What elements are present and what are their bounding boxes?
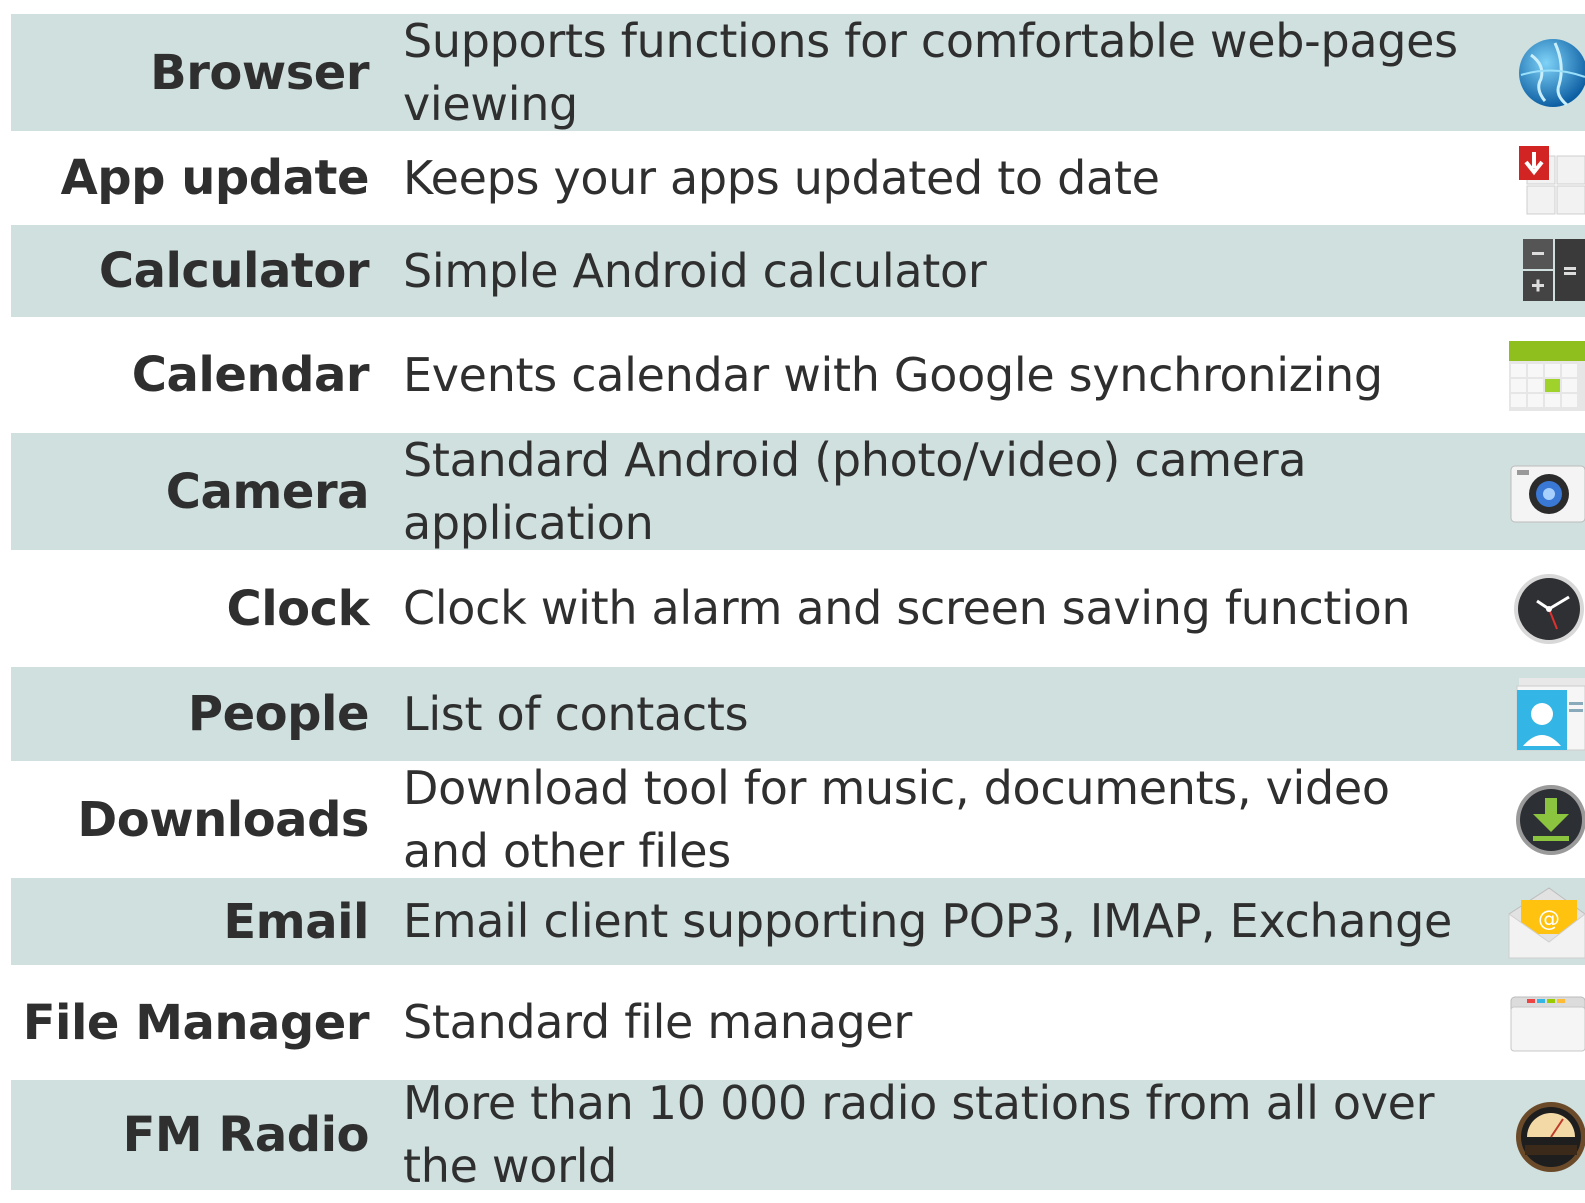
app-description: List of contacts [403, 686, 749, 741]
app-description: Events calendar with Google synchronizin… [403, 347, 1383, 402]
app-name: Camera [165, 463, 370, 520]
app-update-icon [1505, 140, 1585, 216]
calculator-icon [1505, 233, 1585, 309]
app-name: People [187, 686, 370, 742]
app-description: Supports functions for comfortable web-p… [403, 13, 1458, 131]
app-name: Browser [150, 44, 369, 101]
app-name: Clock [226, 580, 369, 637]
app-description: Standard file manager [403, 995, 913, 1049]
table-row: Calculator Simple Android calculator [11, 225, 1585, 317]
table-row: Calendar Events calendar with Google syn… [11, 317, 1585, 433]
app-description: Standard Android (photo/video) camera ap… [403, 432, 1307, 550]
app-name: App update [60, 150, 370, 206]
camera-icon [1505, 454, 1585, 530]
app-description: Simple Android calculator [403, 243, 987, 298]
contacts-icon [1505, 676, 1585, 752]
table-row: App update Keeps your apps updated to da… [11, 131, 1585, 225]
table-row: People List of contacts [11, 667, 1585, 761]
app-description: Email client supporting POP3, IMAP, Exch… [403, 894, 1453, 948]
table-row: Downloads Download tool for music, docum… [11, 761, 1585, 878]
app-name: Calculator [98, 243, 370, 299]
calendar-icon [1505, 337, 1585, 413]
table-row: Camera Standard Android (photo/video) ca… [11, 433, 1585, 550]
app-name: Calendar [131, 347, 370, 403]
app-description: Clock with alarm and screen saving funct… [403, 581, 1411, 635]
table-row: Clock Clock with alarm and screen saving… [11, 550, 1585, 667]
app-name: File Manager [22, 994, 370, 1051]
table-row: File Manager Standard file manager [11, 965, 1585, 1080]
app-description: Download tool for music, documents, vide… [403, 760, 1390, 878]
app-name: Email [223, 893, 369, 950]
globe-icon [1505, 35, 1585, 111]
table-row: Browser Supports functions for comfortab… [11, 14, 1585, 131]
app-description: Keeps your apps updated to date [403, 150, 1160, 205]
svg-text:@: @ [1538, 907, 1560, 932]
table-row: Email Email client supporting POP3, IMAP… [11, 878, 1585, 965]
app-name: FM Radio [122, 1107, 370, 1163]
download-icon [1505, 782, 1585, 858]
clock-icon [1505, 571, 1585, 647]
email-icon: @ [1505, 884, 1585, 960]
app-description: More than 10 000 radio stations from all… [403, 1076, 1435, 1193]
apps-table: Browser Supports functions for comfortab… [0, 0, 1585, 1203]
radio-icon [1505, 1097, 1585, 1173]
folder-icon [1505, 985, 1585, 1061]
app-name: Downloads [77, 791, 369, 848]
table-row: FM Radio More than 10 000 radio stations… [11, 1076, 1585, 1193]
